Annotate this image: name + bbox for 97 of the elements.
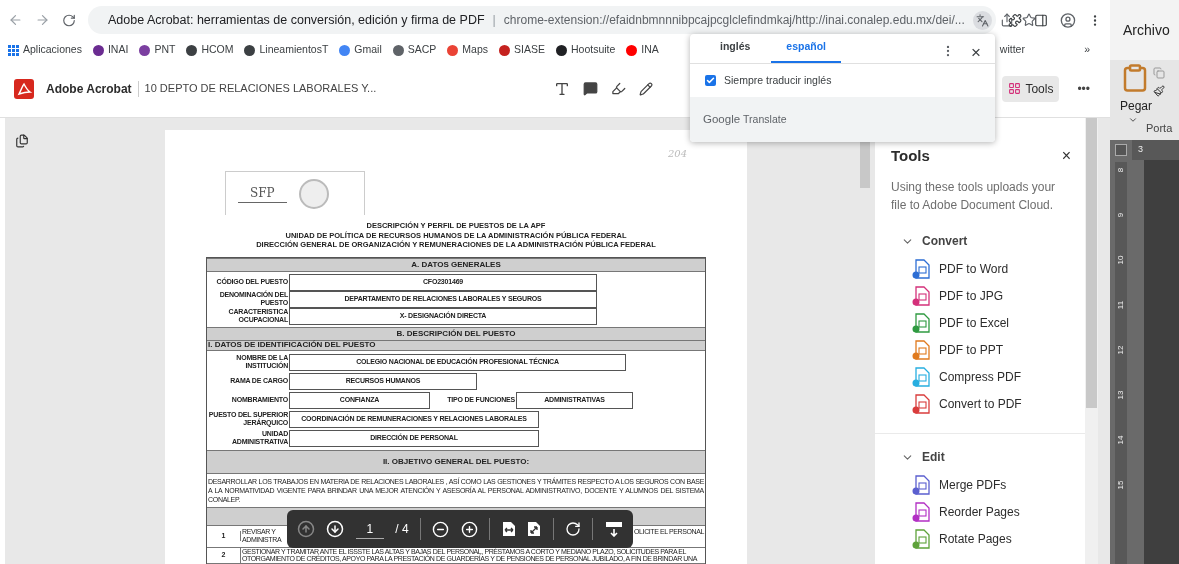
more-button[interactable]: ••• <box>1077 79 1090 98</box>
paste-label[interactable]: Pegar <box>1120 97 1179 115</box>
tools-button[interactable]: Tools <box>1002 75 1060 102</box>
document-icon <box>911 285 933 307</box>
profile-avatar-icon[interactable] <box>1060 11 1076 29</box>
bookmark-link[interactable]: Hootsuite <box>571 42 616 58</box>
document-icon <box>911 501 933 523</box>
language-tab[interactable]: inglés <box>705 39 766 64</box>
close-button[interactable]: × <box>971 44 981 61</box>
ruler-corner-icon[interactable] <box>1115 144 1127 156</box>
url-text: chrome-extension://efaidnbmnnnibpcajpcglclefindmkaj/http://inai.conalep.edu.mx/dei/... <box>503 12 965 29</box>
highlighter-tool-icon[interactable] <box>611 81 627 96</box>
bookmark-link[interactable]: Aplicaciones <box>23 42 82 58</box>
grid-icon <box>1008 82 1022 95</box>
page-title: Adobe Acrobat: herramientas de conversión, edición y firma de PDF <box>107 11 485 29</box>
language-tab[interactable]: español <box>771 39 842 64</box>
brand-text: Google <box>703 111 741 127</box>
next-page-icon[interactable] <box>326 520 345 538</box>
zoom-out-icon[interactable] <box>432 520 450 538</box>
document-icon <box>911 339 933 361</box>
bookmark-link[interactable]: LineamientosT <box>259 42 329 58</box>
file-name: 10 DEPTO DE RELACIONES LABORALES Y... <box>144 81 377 97</box>
page-number-field[interactable]: 1 <box>355 519 384 539</box>
document-icon <box>911 366 933 388</box>
bookmark-star-icon[interactable] <box>1021 13 1036 27</box>
comment-tool-icon[interactable] <box>583 81 599 96</box>
section-title[interactable]: Convert <box>922 232 968 250</box>
reload-icon[interactable] <box>61 12 76 28</box>
tool-item[interactable]: Merge PDFs <box>911 474 1071 496</box>
subsection-header: I. DATOS DE IDENTIFICACIÓN DEL PUESTO <box>207 340 705 351</box>
page-count: / 4 <box>395 521 409 538</box>
bookmark-link[interactable]: PNT <box>154 42 176 58</box>
caret-icon[interactable] <box>1128 115 1138 125</box>
bookmark-link[interactable]: INA <box>641 42 659 58</box>
checkbox-label: Siempre traducir inglés <box>724 72 832 88</box>
bookmark-link[interactable]: SACP <box>407 42 437 58</box>
app-name: Adobe Acrobat <box>46 80 132 98</box>
group-label: Porta <box>1146 121 1173 136</box>
scroll-mode-icon[interactable] <box>604 521 623 537</box>
section-header: II. OBJETIVO GENERAL DEL PUESTO: <box>207 449 705 474</box>
ruler-number: 15 <box>1117 480 1125 490</box>
ruler-number: 11 <box>1117 300 1125 310</box>
tool-item[interactable]: PDF to Excel <box>911 312 1071 334</box>
tool-item[interactable]: PDF to Word <box>911 258 1071 280</box>
checkbox[interactable] <box>705 75 716 86</box>
bookmark-link[interactable]: witter <box>999 42 1025 58</box>
ruler-number: 10 <box>1117 255 1125 265</box>
rotate-icon[interactable] <box>565 521 581 537</box>
tool-item[interactable]: Convert to PDF <box>911 393 1071 415</box>
tool-item[interactable]: Compress PDF <box>911 366 1071 388</box>
bookmarks-overflow-button[interactable]: » <box>1084 42 1090 58</box>
ruler-number: 9 <box>1117 212 1125 218</box>
previous-page-icon[interactable] <box>297 520 315 538</box>
close-button[interactable]: × <box>1061 144 1071 168</box>
translate-button[interactable] <box>972 10 992 30</box>
product-text: Translate <box>743 111 787 127</box>
document-icon <box>911 312 933 334</box>
section-header: B. DESCRIPCIÓN DEL PUESTO <box>207 326 705 341</box>
text-tool-icon[interactable] <box>554 80 571 97</box>
document-icon <box>911 474 933 496</box>
fit-width-icon[interactable] <box>501 521 516 537</box>
panel-note: Using these tools uploads your file to Adobe Document Cloud. <box>891 179 1057 214</box>
section-header: A. DATOS GENERALES <box>207 257 705 272</box>
side-panel-icon[interactable] <box>1034 12 1049 28</box>
fit-page-icon[interactable] <box>527 521 542 537</box>
scrollbar-thumb[interactable] <box>1086 118 1097 408</box>
document-icon <box>911 258 933 280</box>
ruler-number: 14 <box>1117 435 1125 445</box>
document-icon <box>911 393 933 415</box>
acrobat-logo-icon <box>14 78 34 99</box>
bookmark-link[interactable]: INAI <box>107 42 129 58</box>
horizontal-ruler: 3 <box>1132 140 1179 160</box>
share-icon[interactable] <box>999 13 1014 27</box>
bookmark-link[interactable]: Gmail <box>354 42 382 58</box>
handwritten-number: 204 <box>667 147 687 161</box>
pages-icon[interactable] <box>15 134 29 148</box>
tool-item[interactable]: PDF to PPT <box>911 339 1071 361</box>
ruler-number: 13 <box>1117 390 1125 400</box>
tool-item[interactable]: Reorder Pages <box>911 501 1071 523</box>
section-title[interactable]: Edit <box>922 448 945 466</box>
tool-item[interactable]: PDF to JPG <box>911 285 1071 307</box>
ruler-number: 12 <box>1117 345 1125 355</box>
format-painter-icon[interactable] <box>1153 85 1165 97</box>
bookmark-link[interactable]: HCOM <box>201 42 234 58</box>
pencil-tool-icon[interactable] <box>639 81 654 96</box>
bookmark-link[interactable]: SIASE <box>514 42 545 58</box>
seal-icon <box>298 178 329 209</box>
extensions-icon[interactable] <box>1007 12 1022 28</box>
ruler-number: 8 <box>1117 167 1125 173</box>
title-separator: | <box>492 11 496 29</box>
panel-title: Tools <box>891 145 930 166</box>
logo-text: SFP <box>238 184 287 203</box>
bookmark-link[interactable]: Maps <box>462 42 489 58</box>
tool-item[interactable]: Rotate Pages <box>911 528 1071 550</box>
back-icon[interactable] <box>8 12 23 28</box>
zoom-in-icon[interactable] <box>460 520 478 538</box>
document-icon <box>911 528 933 550</box>
